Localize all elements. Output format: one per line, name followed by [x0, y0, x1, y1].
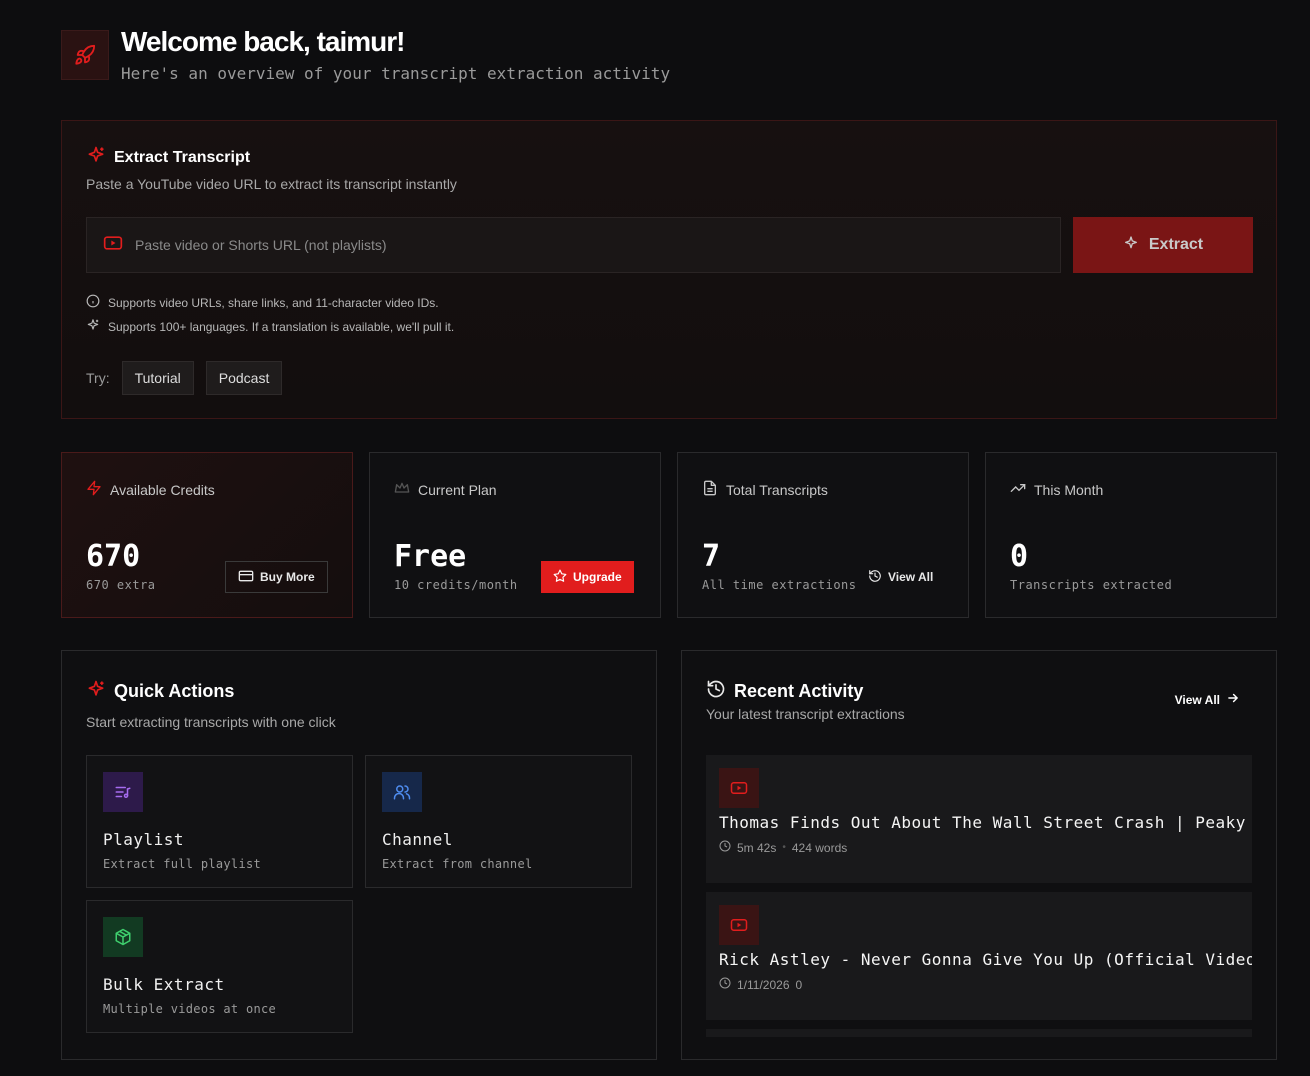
quick-actions-title-text: Quick Actions: [114, 681, 235, 701]
month-value: 0: [1010, 539, 1029, 574]
recent-view-all-link[interactable]: View All: [1175, 691, 1240, 708]
recent-item[interactable]: Rick Astley - Never Gonna Give You Up (O…: [706, 892, 1252, 1020]
history-icon: [868, 569, 882, 586]
credits-value: 670: [86, 539, 141, 574]
recent-item-title: Rick Astley - Never Gonna Give You Up (O…: [719, 950, 1252, 969]
transcripts-card: Total Transcripts 7 All time extractions…: [677, 452, 969, 618]
hint-languages: Supports 100+ languages. If a translatio…: [86, 318, 454, 335]
plan-card: Current Plan Free 10 credits/month Upgra…: [369, 452, 661, 618]
quick-action-desc: Multiple videos at once: [103, 1002, 277, 1016]
upgrade-button[interactable]: Upgrade: [541, 561, 634, 593]
extract-button[interactable]: Extract: [1073, 217, 1253, 273]
buy-more-button[interactable]: Buy More: [225, 561, 328, 593]
quick-action-channel[interactable]: Channel Extract from channel: [365, 755, 632, 888]
playlist-icon: [103, 772, 143, 812]
arrow-right-icon: [1226, 691, 1240, 708]
transcripts-label: Total Transcripts: [726, 481, 828, 498]
plan-sub: 10 credits/month: [394, 578, 518, 592]
quick-action-name: Playlist: [103, 830, 185, 849]
quick-action-playlist[interactable]: Playlist Extract full playlist: [86, 755, 353, 888]
recent-item-words: 0: [795, 977, 803, 992]
plan-header: Current Plan: [394, 480, 497, 499]
quick-action-bulk[interactable]: Bulk Extract Multiple videos at once: [86, 900, 353, 1033]
quick-actions-title: Quick Actions: [86, 679, 234, 704]
buy-more-label: Buy More: [260, 570, 315, 584]
plan-value: Free: [394, 539, 467, 574]
try-row: Try: Tutorial Podcast: [86, 361, 283, 395]
transcripts-value: 7: [702, 539, 721, 574]
month-sub: Transcripts extracted: [1010, 578, 1173, 592]
recent-activity-title-text: Recent Activity: [734, 681, 864, 701]
extract-description: Paste a YouTube video URL to extract its…: [86, 176, 457, 192]
sparkles-icon: [86, 679, 106, 704]
star-icon: [553, 569, 567, 586]
sparkles-icon: [86, 318, 100, 335]
lightning-icon: [86, 480, 102, 499]
rocket-icon: [61, 30, 109, 80]
recent-item-partial: [706, 1029, 1252, 1037]
url-input[interactable]: [135, 237, 1035, 253]
recent-item-meta: 5m 42s • 424 words: [719, 840, 847, 855]
plan-label: Current Plan: [418, 481, 497, 498]
extract-button-label: Extract: [1148, 236, 1204, 253]
recent-item-words: 424 words: [791, 840, 848, 855]
extract-title-text: Extract Transcript: [114, 148, 251, 166]
month-header: This Month: [1010, 480, 1103, 499]
extract-title: Extract Transcript: [86, 145, 250, 170]
users-icon: [382, 772, 422, 812]
recent-activity-description: Your latest transcript extractions: [706, 706, 905, 722]
quick-action-desc: Extract full playlist: [103, 857, 262, 871]
try-label: Try:: [86, 370, 110, 386]
page-header: Welcome back, taimur! Here's an overview…: [61, 26, 670, 83]
clock-icon: [719, 977, 731, 992]
transcripts-view-all-button[interactable]: View All: [856, 561, 945, 593]
recent-view-all-label: View All: [1174, 692, 1220, 707]
history-icon: [706, 679, 726, 704]
recent-activity-panel: Recent Activity Your latest transcript e…: [681, 650, 1277, 1060]
clock-icon: [719, 840, 731, 855]
recent-item-title: Thomas Finds Out About The Wall Street C…: [719, 813, 1252, 832]
quick-action-name: Channel: [382, 830, 453, 849]
recent-item-date: 1/11/2026: [737, 977, 790, 992]
transcripts-header: Total Transcripts: [702, 480, 828, 499]
hint-formats-text: Supports video URLs, share links, and 11…: [108, 295, 439, 310]
hint-languages-text: Supports 100+ languages. If a translatio…: [108, 319, 455, 334]
page-title: Welcome back, taimur!: [121, 26, 405, 57]
recent-activity-title: Recent Activity: [706, 679, 863, 704]
youtube-icon: [719, 768, 759, 808]
credits-header: Available Credits: [86, 480, 215, 499]
youtube-icon: [719, 905, 759, 945]
trending-up-icon: [1010, 480, 1026, 499]
month-card: This Month 0 Transcripts extracted: [985, 452, 1277, 618]
info-icon: [86, 294, 100, 311]
try-chip-tutorial[interactable]: Tutorial: [121, 361, 194, 395]
month-label: This Month: [1034, 481, 1104, 498]
quick-actions-panel: Quick Actions Start extracting transcrip…: [61, 650, 657, 1060]
recent-item-meta: 1/11/2026 0: [719, 977, 802, 992]
quick-actions-description: Start extracting transcripts with one cl…: [86, 714, 336, 730]
quick-action-desc: Extract from channel: [382, 857, 533, 871]
url-input-wrapper[interactable]: [86, 217, 1061, 273]
credits-sub: 670 extra: [86, 578, 156, 592]
youtube-icon: [103, 235, 123, 256]
credits-card: Available Credits 670 670 extra Buy More: [61, 452, 353, 618]
separator-dot: •: [782, 842, 786, 853]
hint-formats: Supports video URLs, share links, and 11…: [86, 294, 439, 311]
transcripts-sub: All time extractions: [702, 578, 857, 592]
sparkles-icon: [1123, 235, 1139, 256]
quick-action-name: Bulk Extract: [103, 975, 225, 994]
package-icon: [103, 917, 143, 957]
recent-item[interactable]: Thomas Finds Out About The Wall Street C…: [706, 755, 1252, 883]
credits-label: Available Credits: [110, 481, 215, 498]
page-subtitle: Here's an overview of your transcript ex…: [121, 64, 671, 83]
try-chip-podcast[interactable]: Podcast: [205, 361, 283, 395]
extract-panel: Extract Transcript Paste a YouTube video…: [61, 120, 1277, 419]
upgrade-label: Upgrade: [573, 570, 622, 584]
sparkles-icon: [86, 145, 106, 170]
recent-item-duration: 5m 42s: [737, 840, 777, 855]
crown-icon: [394, 480, 410, 499]
transcripts-view-all-label: View All: [888, 570, 934, 584]
document-icon: [702, 480, 718, 499]
credit-card-icon: [238, 569, 254, 586]
